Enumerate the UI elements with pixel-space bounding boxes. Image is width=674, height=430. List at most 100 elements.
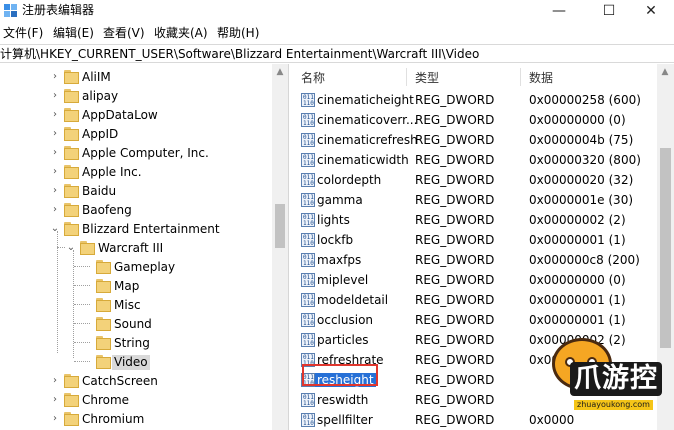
tree-item[interactable]: ⌄ Warcraft III — [0, 239, 272, 258]
tree-item[interactable]: › Chromium — [0, 410, 272, 429]
tree-item-label: Warcraft III — [98, 241, 164, 255]
chevron-right-icon[interactable]: › — [50, 394, 60, 406]
chevron-right-icon[interactable]: › — [50, 185, 60, 197]
value-type: REG_DWORD — [415, 293, 495, 307]
column-header-type[interactable]: 类型 — [415, 71, 439, 85]
chevron-right-icon[interactable]: › — [50, 375, 60, 387]
tree-item[interactable]: › Baofeng — [0, 201, 272, 220]
value-type: REG_DWORD — [415, 133, 495, 147]
chevron-down-icon[interactable]: ⌄ — [66, 242, 76, 254]
tree-item[interactable]: Gameplay — [0, 258, 272, 277]
watermark-brand: 爪游控 — [570, 362, 662, 396]
values-scroll-thumb[interactable] — [660, 148, 671, 348]
menu-favorites[interactable]: 收藏夹(A) — [154, 26, 208, 40]
chevron-right-icon[interactable]: › — [50, 147, 60, 159]
value-row[interactable]: 011 110 lockfb REG_DWORD 0x00000001 (1) — [293, 230, 674, 250]
value-type: REG_DWORD — [415, 273, 495, 287]
value-row[interactable]: 011 110 cinematicwidth REG_DWORD 0x00000320 … — [293, 150, 674, 170]
menu-edit[interactable]: 编辑(E) — [53, 26, 94, 40]
value-row[interactable]: 011 110 cinematicrefresh REG_DWORD 0x0000004… — [293, 130, 674, 150]
value-type: REG_DWORD — [415, 213, 495, 227]
value-data: 0x000000c8 (200) — [529, 253, 640, 267]
tree-item[interactable]: › AppDataLow — [0, 106, 272, 125]
reg-dword-icon: 011 110 — [301, 213, 315, 227]
chevron-down-icon[interactable]: ⌄ — [50, 223, 60, 235]
folder-icon — [64, 165, 79, 179]
menu-help[interactable]: 帮助(H) — [217, 26, 259, 40]
menu-view[interactable]: 查看(V) — [103, 26, 145, 40]
reg-dword-icon: 011 110 — [301, 233, 315, 247]
value-type: REG_DWORD — [415, 353, 495, 367]
tree-item[interactable]: ⌄ Blizzard Entertainment — [0, 220, 272, 239]
value-type: REG_DWORD — [415, 393, 495, 407]
value-row[interactable]: 011 110 occlusion REG_DWORD 0x00000001 (1) — [293, 310, 674, 330]
chevron-right-icon[interactable]: › — [50, 128, 60, 140]
tree-item[interactable]: String — [0, 334, 272, 353]
folder-icon — [96, 355, 111, 369]
tree-item[interactable]: Map — [0, 277, 272, 296]
chevron-right-icon[interactable]: › — [50, 71, 60, 83]
scroll-up-icon[interactable]: ▲ — [272, 64, 288, 80]
tree-scroll-thumb[interactable] — [275, 204, 285, 248]
tree-item[interactable]: Sound — [0, 315, 272, 334]
value-data: 0x00000002 (2) — [529, 213, 626, 227]
folder-icon — [64, 184, 79, 198]
value-row[interactable]: 011 110 maxfps REG_DWORD 0x000000c8 (200) — [293, 250, 674, 270]
tree-item[interactable]: › Apple Inc. — [0, 163, 272, 182]
column-header-data[interactable]: 数据 — [529, 71, 553, 85]
reg-dword-icon: 011 110 — [301, 193, 315, 207]
tree-scrollbar[interactable]: ▲ — [272, 64, 288, 430]
tree-item[interactable]: › Baidu — [0, 182, 272, 201]
value-name: reswidth — [317, 393, 369, 407]
address-bar[interactable]: 计算机\HKEY_CURRENT_USER\Software\Blizzard … — [0, 44, 674, 63]
value-row[interactable]: 011 110 cinematicoverr... REG_DWORD 0x000000… — [293, 110, 674, 130]
value-data: 0x00000020 (32) — [529, 173, 634, 187]
tree-item[interactable]: › Apple Computer, Inc. — [0, 144, 272, 163]
regedit-app-icon — [4, 4, 17, 17]
folder-icon — [96, 336, 111, 350]
chevron-right-icon[interactable]: › — [50, 90, 60, 102]
chevron-right-icon[interactable]: › — [50, 166, 60, 178]
value-row[interactable]: 011 110 gamma REG_DWORD 0x0000001e (30) — [293, 190, 674, 210]
value-row[interactable]: 011 110 modeldetail REG_DWORD 0x00000001 (1) — [293, 290, 674, 310]
value-type: REG_DWORD — [415, 93, 495, 107]
value-name: colordepth — [317, 173, 382, 187]
chevron-right-icon[interactable]: › — [50, 109, 60, 121]
value-row[interactable]: 011 110 cinematicheight REG_DWORD 0x00000258… — [293, 90, 674, 110]
folder-icon — [96, 298, 111, 312]
tree-item[interactable]: › AppID — [0, 125, 272, 144]
highlight-annotation — [302, 364, 378, 386]
value-name: cinematicwidth — [317, 153, 409, 167]
reg-dword-icon: 011 110 — [301, 113, 315, 127]
close-button[interactable]: ✕ — [628, 0, 674, 22]
tree-item[interactable]: Misc — [0, 296, 272, 315]
value-name: cinematicoverr... — [317, 113, 418, 127]
value-row[interactable]: 011 110 colordepth REG_DWORD 0x00000020 (32) — [293, 170, 674, 190]
value-data: 0x00000001 (1) — [529, 233, 626, 247]
tree-item[interactable]: Video — [0, 353, 272, 372]
tree-item[interactable]: › AliIM — [0, 68, 272, 87]
value-type: REG_DWORD — [415, 173, 495, 187]
scroll-up-icon[interactable]: ▲ — [657, 64, 673, 80]
tree-item[interactable]: › alipay — [0, 87, 272, 106]
column-header-name[interactable]: 名称 — [301, 71, 325, 85]
tree-item[interactable]: › Chrome — [0, 391, 272, 410]
tree-item-label: String — [114, 336, 150, 350]
minimize-button[interactable]: — — [536, 0, 582, 22]
value-name: particles — [317, 333, 369, 347]
menu-file[interactable]: 文件(F) — [3, 26, 43, 40]
value-data: 0x00000001 (1) — [529, 293, 626, 307]
folder-icon — [64, 70, 79, 84]
value-name: occlusion — [317, 313, 374, 327]
value-row[interactable]: 011 110 miplevel REG_DWORD 0x00000000 (0) — [293, 270, 674, 290]
tree-item-label: AppDataLow — [82, 108, 158, 122]
tree-item-label: AppID — [82, 127, 119, 141]
tree-item[interactable]: › CatchScreen — [0, 372, 272, 391]
chevron-right-icon[interactable]: › — [50, 204, 60, 216]
tree-item-label: AliIM — [82, 70, 111, 84]
value-name: cinematicrefresh — [317, 133, 418, 147]
value-row[interactable]: 011 110 lights REG_DWORD 0x00000002 (2) — [293, 210, 674, 230]
maximize-button[interactable]: ☐ — [586, 0, 632, 22]
chevron-right-icon[interactable]: › — [50, 413, 60, 425]
tree-item-label: Blizzard Entertainment — [82, 222, 220, 236]
